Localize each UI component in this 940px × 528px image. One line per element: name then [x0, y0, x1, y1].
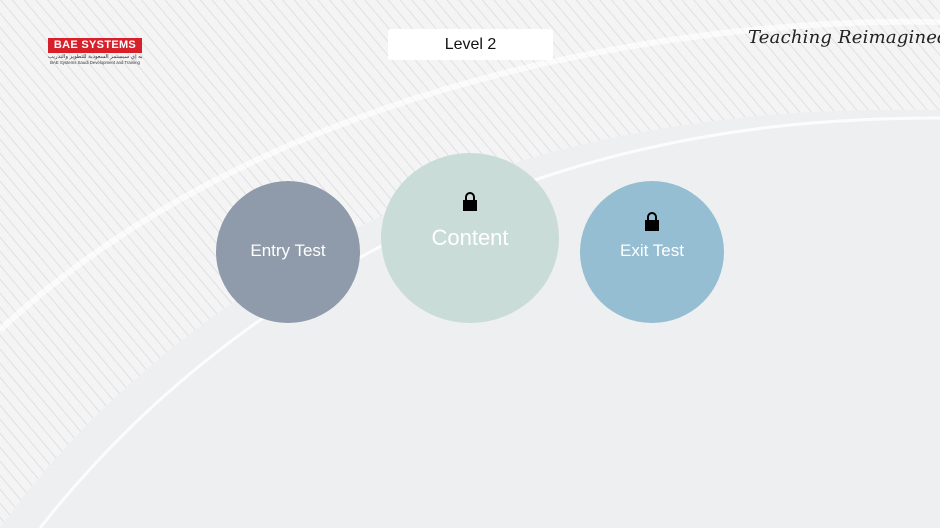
lock-icon: [463, 192, 477, 211]
content-button[interactable]: Content: [381, 153, 559, 323]
content-label: Content: [431, 225, 509, 250]
entry-test-label: Entry Test: [250, 241, 326, 260]
entry-test-button[interactable]: Entry Test: [216, 181, 360, 323]
exit-test-button[interactable]: Exit Test: [580, 181, 724, 323]
logo-subtitle: BAE Systems Saudi Development and Traini…: [50, 60, 140, 65]
bae-systems-logo: BAE SYSTEMS بي إيه إي سيستمز السعودية لل…: [48, 38, 142, 66]
lock-icon: [645, 212, 659, 231]
level-title: Level 2: [388, 29, 553, 60]
tagline: Teaching Reimagined: [748, 27, 940, 48]
logo-wordmark: BAE SYSTEMS: [48, 38, 142, 53]
exit-test-label: Exit Test: [620, 241, 684, 260]
